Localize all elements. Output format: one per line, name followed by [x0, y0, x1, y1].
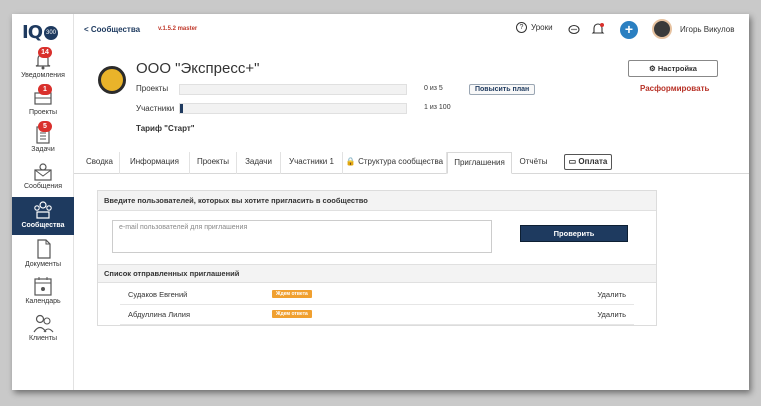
logo-badge: 300 [44, 25, 58, 40]
sidebar-item-documents[interactable]: Документы [12, 239, 74, 275]
gear-icon: ⚙ [649, 64, 656, 73]
invitee-name: Судаков Евгений [128, 290, 188, 299]
status-badge: Ждем ответа [272, 290, 312, 298]
community-logo [98, 66, 126, 94]
projects-badge: 1 [38, 84, 52, 95]
lessons-link[interactable]: ? Уроки [516, 22, 553, 33]
tab-payment[interactable]: ▭ Оплата [564, 154, 612, 170]
version-label: v.1.5.2 master [158, 26, 198, 32]
settings-label: Настройка [657, 64, 697, 73]
tab-structure-label: Структура сообщества [358, 157, 444, 166]
sidebar-item-label: Клиенты [28, 335, 58, 342]
add-button[interactable]: + [620, 21, 638, 39]
notification-badge: 14 [38, 47, 52, 58]
sidebar: IQ 300 14 Уведомления 1 Проекты 5 Задачи [12, 14, 74, 390]
sent-invitations-heading: Список отправленных приглашений [98, 264, 656, 283]
lock-icon: 🔒 [345, 157, 356, 166]
projects-progress-bar [179, 84, 407, 95]
check-button[interactable]: Проверить [520, 225, 628, 242]
members-count: 1 из 100 [424, 104, 451, 111]
logo-text: IQ [22, 22, 43, 43]
clients-icon [32, 313, 54, 333]
envelope-icon [32, 161, 54, 181]
delete-link[interactable]: Удалить [597, 310, 626, 319]
table-row: Судаков Евгений Ждем ответа Удалить [120, 285, 634, 305]
members-progress-bar [179, 103, 407, 114]
tabs: Сводка Информация Проекты Задачи Участни… [74, 152, 749, 174]
community-title: ООО "Экспресс+" [136, 60, 260, 77]
tab-payment-label: Оплата [578, 157, 608, 166]
sidebar-item-label: Задачи [31, 146, 55, 153]
status-badge: Ждем ответа [272, 310, 312, 318]
sidebar-item-label: Календарь [25, 298, 61, 305]
community-icon [32, 200, 54, 220]
sidebar-item-tasks[interactable]: 5 Задачи [12, 121, 74, 160]
card-icon: ▭ [568, 157, 577, 166]
sidebar-item-clients[interactable]: Клиенты [12, 313, 74, 349]
tab-summary[interactable]: Сводка [80, 152, 120, 174]
notifications-bell-icon[interactable] [591, 22, 605, 41]
top-header: < Сообщества v.1.5.2 master ? Уроки + Иг… [74, 14, 749, 48]
tab-structure[interactable]: 🔒 Структура сообщества [343, 152, 447, 174]
question-icon: ? [516, 22, 527, 33]
tab-members[interactable]: Участники 1 [281, 152, 343, 174]
members-label: Участники [136, 104, 175, 113]
table-row: Абдуллина Лилия Ждем ответа Удалить [120, 305, 634, 325]
app-window: IQ 300 14 Уведомления 1 Проекты 5 Задачи [12, 14, 749, 390]
tab-reports[interactable]: Отчёты [512, 152, 555, 174]
sidebar-item-calendar[interactable]: Календарь [12, 276, 74, 312]
user-name: Игорь Викулов [680, 24, 735, 34]
tasks-badge: 5 [38, 121, 52, 132]
settings-button[interactable]: ⚙ Настройка [628, 60, 718, 77]
back-link[interactable]: < Сообщества [84, 25, 140, 34]
disband-link[interactable]: Расформировать [640, 84, 709, 93]
tab-tasks[interactable]: Задачи [237, 152, 281, 174]
sidebar-item-communities[interactable]: Сообщества [12, 197, 74, 235]
invite-panel: Введите пользователей, которых вы хотите… [97, 190, 657, 326]
tariff-label: Тариф "Старт" [136, 124, 195, 133]
sidebar-item-label: Сообщения [24, 183, 62, 190]
delete-link[interactable]: Удалить [597, 290, 626, 299]
members-progress-fill [180, 104, 183, 113]
projects-label: Проекты [136, 84, 169, 93]
tab-invitations[interactable]: Приглашения [447, 152, 512, 174]
sidebar-item-label: Проекты [28, 109, 58, 116]
sidebar-item-messages[interactable]: Сообщения [12, 161, 74, 197]
sidebar-item-projects[interactable]: 1 Проекты [12, 84, 74, 123]
sidebar-item-label: Уведомления [21, 72, 65, 79]
tab-projects[interactable]: Проекты [190, 152, 237, 174]
app-logo[interactable]: IQ 300 [22, 22, 58, 43]
chat-icon[interactable] [568, 23, 580, 41]
document-icon [32, 239, 54, 259]
invite-heading: Введите пользователей, которых вы хотите… [98, 191, 656, 211]
sidebar-item-label: Документы [24, 261, 62, 268]
projects-count: 0 из 5 [424, 85, 443, 92]
email-input[interactable]: e-mail пользователей для приглашения [112, 220, 492, 253]
avatar [652, 19, 672, 39]
tab-info[interactable]: Информация [120, 152, 190, 174]
lessons-label: Уроки [531, 23, 553, 32]
sidebar-item-label: Сообщества [21, 222, 65, 229]
calendar-icon [32, 276, 54, 296]
sidebar-item-notifications[interactable]: 14 Уведомления [12, 47, 74, 86]
invitee-name: Абдуллина Лилия [128, 310, 190, 319]
upgrade-plan-button[interactable]: Повысить план [469, 84, 536, 95]
user-menu[interactable]: Игорь Викулов [652, 19, 734, 39]
